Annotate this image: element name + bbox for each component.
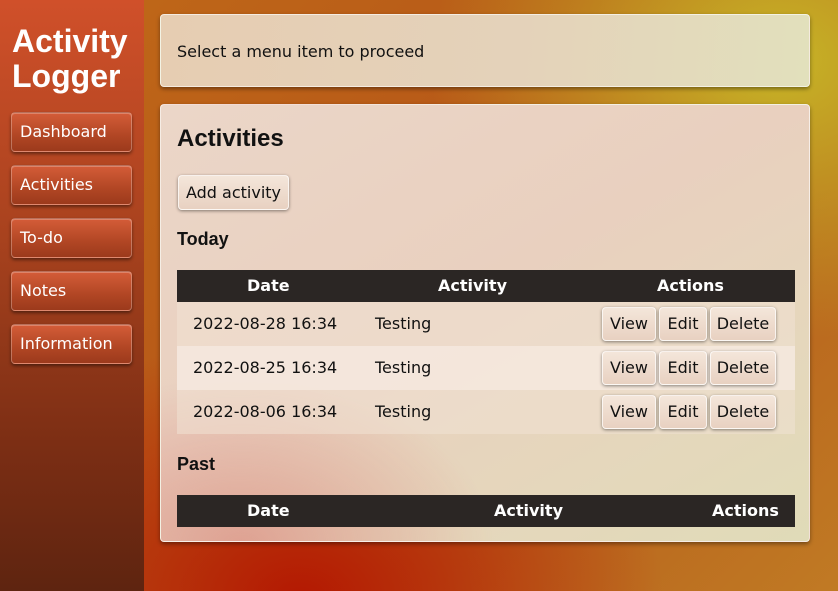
today-table-header: Date Activity Actions	[177, 270, 795, 302]
edit-button[interactable]: Edit	[659, 395, 707, 429]
sidebar: Activity Logger Dashboard Activities To-…	[0, 0, 144, 591]
app-title-line2: Logger	[12, 58, 121, 94]
today-table: Date Activity Actions 2022-08-28 16:34 T…	[177, 270, 795, 434]
nav-item-information[interactable]: Information	[11, 324, 132, 364]
view-button[interactable]: View	[602, 395, 656, 429]
nav-item-notes[interactable]: Notes	[11, 271, 132, 311]
table-row: 2022-08-25 16:34 Testing View Edit Delet…	[177, 346, 795, 390]
nav-item-activities[interactable]: Activities	[11, 165, 132, 205]
row-date: 2022-08-06 16:34	[193, 402, 338, 421]
row-date: 2022-08-25 16:34	[193, 358, 338, 377]
column-header-activity: Activity	[494, 501, 563, 520]
nav-item-dashboard[interactable]: Dashboard	[11, 112, 132, 152]
notice-panel: Select a menu item to proceed	[160, 14, 810, 87]
add-activity-button[interactable]: Add activity	[178, 175, 289, 210]
table-row: 2022-08-28 16:34 Testing View Edit Delet…	[177, 302, 795, 346]
row-activity: Testing	[375, 314, 432, 333]
view-button[interactable]: View	[602, 307, 656, 341]
column-header-date: Date	[247, 276, 290, 295]
activities-panel: Activities Add activity Today Date Activ…	[160, 104, 810, 542]
delete-button[interactable]: Delete	[710, 351, 776, 385]
notice-message: Select a menu item to proceed	[177, 42, 425, 61]
view-button[interactable]: View	[602, 351, 656, 385]
row-date: 2022-08-28 16:34	[193, 314, 338, 333]
delete-button[interactable]: Delete	[710, 307, 776, 341]
delete-button[interactable]: Delete	[710, 395, 776, 429]
edit-button[interactable]: Edit	[659, 307, 707, 341]
nav-item-todo[interactable]: To-do	[11, 218, 132, 258]
column-header-actions: Actions	[657, 276, 724, 295]
today-heading: Today	[177, 229, 229, 249]
table-row: 2022-08-06 16:34 Testing View Edit Delet…	[177, 390, 795, 434]
edit-button[interactable]: Edit	[659, 351, 707, 385]
app-title-line1: Activity	[12, 23, 128, 59]
past-table-header: Date Activity Actions	[177, 495, 795, 527]
row-activity: Testing	[375, 402, 432, 421]
column-header-actions: Actions	[712, 501, 779, 520]
column-header-date: Date	[247, 501, 290, 520]
column-header-activity: Activity	[438, 276, 507, 295]
app-title: Activity Logger	[12, 24, 128, 94]
past-table: Date Activity Actions	[177, 495, 795, 527]
past-heading: Past	[177, 454, 216, 474]
row-activity: Testing	[375, 358, 432, 377]
page-title: Activities	[177, 125, 284, 152]
